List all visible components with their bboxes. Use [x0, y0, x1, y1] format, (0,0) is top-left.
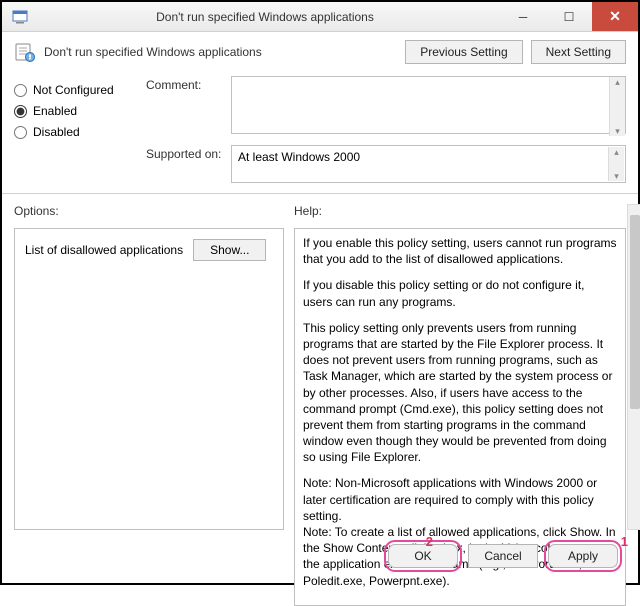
close-button[interactable]: ✕ — [592, 2, 638, 31]
help-scrollbar[interactable] — [627, 204, 640, 530]
radio-enabled-label: Enabled — [33, 104, 77, 118]
header-row: Don't run specified Windows applications… — [2, 32, 638, 70]
radio-not-configured-input[interactable] — [14, 84, 27, 97]
title-bar: Don't run specified Windows applications… — [2, 2, 638, 32]
system-icon — [10, 7, 30, 27]
config-area: Not Configured Enabled Disabled Comment:… — [2, 70, 638, 194]
options-row: List of disallowed applications Show... — [25, 239, 273, 261]
radio-not-configured-label: Not Configured — [33, 83, 114, 97]
help-label: Help: — [294, 204, 626, 218]
comment-textarea[interactable] — [231, 76, 626, 134]
previous-setting-button[interactable]: Previous Setting — [405, 40, 522, 64]
state-radios: Not Configured Enabled Disabled — [14, 76, 132, 183]
disallowed-list-label: List of disallowed applications — [25, 243, 183, 257]
help-text: If you enable this policy setting, users… — [303, 235, 617, 267]
options-column: Options: List of disallowed applications… — [14, 204, 284, 530]
supported-on-label: Supported on: — [146, 145, 231, 161]
maximize-button[interactable]: ☐ — [546, 2, 592, 31]
cancel-button[interactable]: Cancel — [468, 544, 538, 568]
next-setting-button[interactable]: Next Setting — [531, 40, 626, 64]
comment-scrollbar[interactable]: ▴▾ — [609, 77, 625, 136]
radio-disabled-label: Disabled — [33, 125, 80, 139]
minimize-button[interactable]: ─ — [500, 2, 546, 31]
supported-scrollbar[interactable]: ▴▾ — [608, 147, 624, 181]
apply-button[interactable]: Apply — [548, 544, 618, 568]
options-box: List of disallowed applications Show... — [14, 228, 284, 530]
options-label: Options: — [14, 204, 284, 218]
form-col: Comment: ▴▾ Supported on: At least Windo… — [146, 76, 626, 183]
help-text: This policy setting only prevents users … — [303, 320, 617, 466]
policy-title: Don't run specified Windows applications — [44, 45, 262, 59]
supported-on-value: At least Windows 2000 — [238, 150, 360, 164]
radio-disabled[interactable]: Disabled — [14, 125, 132, 139]
help-text: If you disable this policy setting or do… — [303, 277, 617, 309]
radio-not-configured[interactable]: Not Configured — [14, 83, 132, 97]
window-controls: ─ ☐ ✕ — [500, 2, 638, 31]
supported-on-box: At least Windows 2000 ▴▾ — [231, 145, 626, 183]
radio-enabled-input[interactable] — [14, 105, 27, 118]
show-button[interactable]: Show... — [193, 239, 266, 261]
radio-enabled[interactable]: Enabled — [14, 104, 132, 118]
lower-area: Options: List of disallowed applications… — [2, 194, 638, 534]
footer: 2 OK Cancel 1 Apply — [2, 534, 638, 578]
policy-icon — [14, 41, 36, 63]
ok-button[interactable]: OK — [388, 544, 458, 568]
callout-2: 2 — [426, 534, 433, 549]
window-title: Don't run specified Windows applications — [30, 10, 500, 24]
callout-1: 1 — [621, 534, 628, 549]
comment-label: Comment: — [146, 76, 231, 92]
radio-disabled-input[interactable] — [14, 126, 27, 139]
